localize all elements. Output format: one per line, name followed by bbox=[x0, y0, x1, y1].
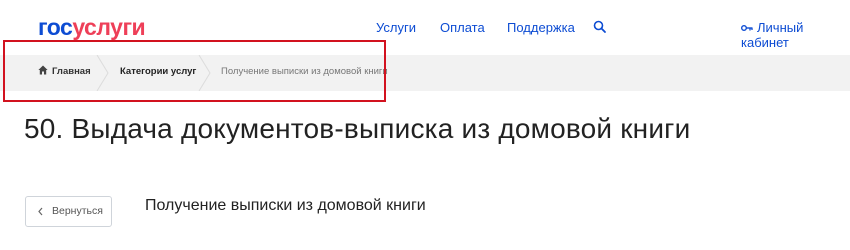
search-icon[interactable] bbox=[592, 19, 608, 35]
gosuslugi-logo[interactable]: госуслуги bbox=[38, 14, 146, 41]
nav-support-link[interactable]: Поддержка bbox=[507, 20, 575, 35]
back-button[interactable]: Вернуться bbox=[25, 196, 112, 227]
key-icon bbox=[741, 21, 753, 31]
nav-payment-link[interactable]: Оплата bbox=[440, 20, 485, 35]
logo-part-gos: гос bbox=[38, 14, 73, 40]
service-subtitle: Получение выписки из домовой книги bbox=[145, 197, 426, 214]
highlight-annotation-frame bbox=[3, 40, 386, 102]
logo-part-uslugi: услуги bbox=[72, 14, 146, 40]
account-link[interactable]: Личный кабинет bbox=[741, 20, 850, 50]
nav-services-link[interactable]: Услуги bbox=[376, 20, 416, 35]
chevron-left-icon bbox=[37, 207, 44, 216]
page-title: 50. Выдача документов-выписка из домовой… bbox=[24, 113, 691, 144]
back-button-label: Вернуться bbox=[52, 205, 103, 217]
